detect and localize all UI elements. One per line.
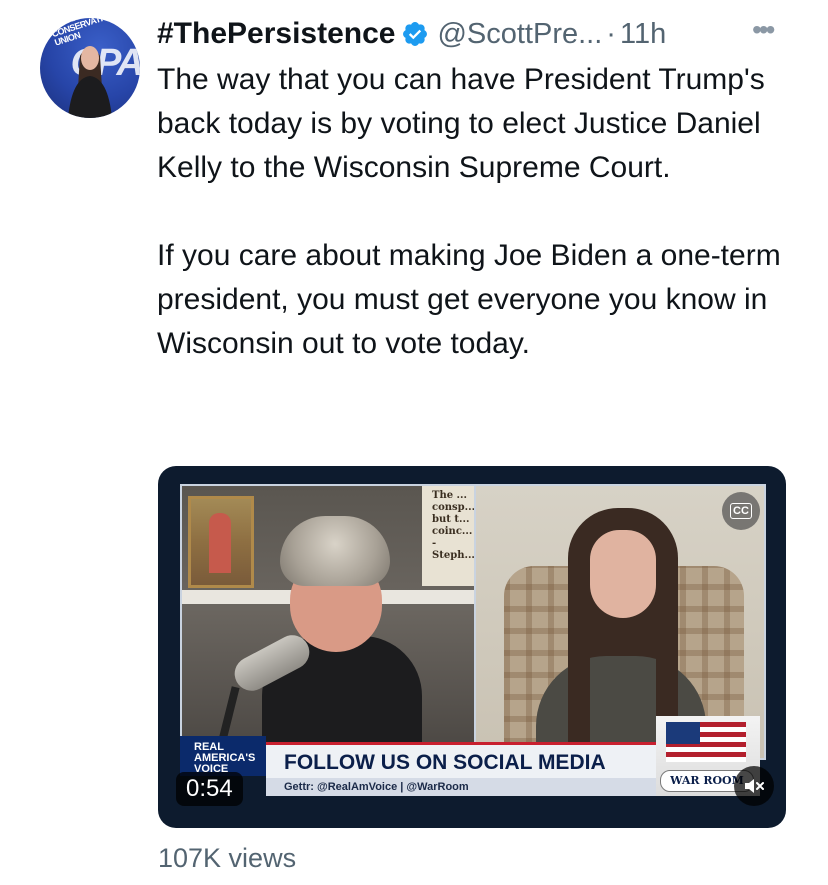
tweet-header: #ThePersistence @ScottPre... · 11h [157,16,666,52]
avatar-person-figure [68,46,112,118]
speaker-right-face [590,530,656,618]
more-options-icon[interactable]: ••• [752,16,775,44]
header-separator: · [606,17,616,50]
channel-brand: REAL AMERICA'S VOICE [180,736,266,776]
author-display-name[interactable]: #ThePersistence [157,17,395,51]
muted-speaker-icon[interactable] [734,766,774,806]
closed-captions-icon[interactable]: CC [722,492,760,530]
lower-third-overlay: REAL AMERICA'S VOICE FOLLOW US ON SOCIAL… [180,716,760,796]
overlay-subline: Gettr: @RealAmVoice | @WarRoom [266,778,656,796]
tweet-paragraph-2: If you care about making Joe Biden a one… [157,239,781,360]
overlay-headline: FOLLOW US ON SOCIAL MEDIA [266,742,656,778]
video-duration: 0:54 [176,772,243,806]
author-handle[interactable]: @ScottPre... [437,18,602,51]
verified-badge-icon [403,22,428,46]
tweet-video[interactable]: The ... consp... but t... coinc... -Step… [158,466,786,828]
religious-painting [188,496,254,588]
tweet-timestamp[interactable]: 11h [620,18,666,51]
hair-strand-left [568,606,590,756]
background-sign: The ... consp... but t... coinc... -Step… [422,486,474,586]
cc-label: CC [730,503,752,519]
tweet-paragraph-1: The way that you can have President Trum… [157,63,765,184]
view-count: 107K views [158,843,297,873]
flag-eagle-graphic [666,722,746,762]
video-frame-left-speaker: The ... consp... but t... coinc... -Step… [180,484,476,760]
tweet-text: The way that you can have President Trum… [157,58,787,366]
author-avatar[interactable]: AMERICAN CONSERVATIVE UNION CPA [40,18,140,118]
